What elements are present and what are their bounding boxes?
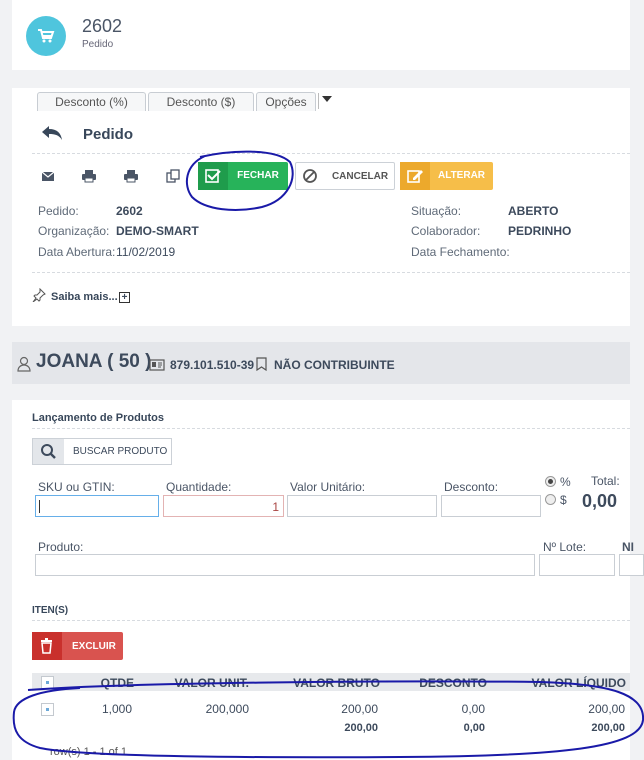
total-valor-bruto: 200,00: [344, 722, 378, 734]
copy-icon[interactable]: [165, 168, 181, 184]
col-valor-bruto[interactable]: VALOR BRUTO: [270, 676, 380, 690]
excluir-label: EXCLUIR: [72, 641, 116, 652]
quantidade-label: Quantidade:: [166, 480, 232, 494]
percent-radio[interactable]: [545, 476, 556, 487]
extra-input[interactable]: [619, 554, 644, 576]
abertura-value: 11/02/2019: [116, 245, 176, 259]
col-qtde[interactable]: QTDE: [72, 676, 134, 690]
total-desconto: 0,00: [463, 722, 485, 734]
order-subtitle: Pedido: [82, 39, 114, 50]
pin-icon: [32, 287, 46, 307]
abertura-label: Data Abertura:: [38, 245, 116, 259]
organizacao-label: Organização:: [38, 224, 110, 238]
cancelar-label: CANCELAR: [331, 171, 389, 182]
bookmark-icon: [256, 357, 267, 376]
col-valor-liquido[interactable]: VALOR LÍQUIDO: [500, 676, 626, 690]
col-valor-unit[interactable]: VALOR UNIT.: [149, 676, 249, 690]
produto-input[interactable]: [35, 554, 535, 576]
tab-separator: [318, 93, 319, 109]
lote-input[interactable]: [539, 554, 615, 576]
items-title: ITEN(S): [32, 605, 69, 616]
pedido-value: 2602: [116, 204, 143, 218]
excluir-button[interactable]: EXCLUIR: [32, 632, 123, 660]
customer-document: 879.101.510-39: [170, 358, 255, 372]
valor-unitario-label: Valor Unitário:: [290, 480, 366, 494]
expand-icon[interactable]: +: [119, 292, 130, 303]
order-number: 2602: [82, 16, 123, 36]
user-icon: [17, 356, 31, 377]
buscar-produto-button[interactable]: BUSCAR PRODUTO: [32, 438, 172, 465]
ban-icon: [296, 163, 326, 191]
pedido-label: Pedido:: [38, 204, 79, 218]
quantidade-value: 1: [272, 500, 279, 514]
sku-input[interactable]: [35, 495, 159, 517]
currency-label: $: [560, 493, 567, 507]
situacao-label: Situação:: [411, 204, 462, 218]
colaborador-value: PEDRINHO: [508, 224, 572, 238]
fechar-label: FECHAR: [237, 170, 279, 181]
alterar-button[interactable]: ALTERAR: [400, 162, 493, 190]
organizacao-value: DEMO-SMART: [116, 224, 199, 238]
tab-desconto-val[interactable]: Desconto ($): [148, 92, 254, 111]
alterar-label: ALTERAR: [437, 170, 486, 181]
row-valor-unit: 200,000: [205, 702, 249, 716]
cart-icon: [26, 16, 66, 56]
trash-icon: [32, 632, 62, 660]
print-icon[interactable]: [81, 168, 97, 184]
quantidade-input[interactable]: 1: [163, 495, 284, 517]
check-square-icon: [198, 162, 228, 190]
id-card-icon: [149, 358, 165, 376]
extra-label: NI: [622, 540, 634, 554]
percent-label: %: [560, 475, 571, 489]
lote-label: Nº Lote:: [543, 540, 587, 554]
tab-opcoes[interactable]: Opções: [256, 92, 316, 111]
customer-name: JOANA ( 50 ): [36, 351, 152, 372]
col-desconto[interactable]: DESCONTO: [395, 676, 487, 690]
email-icon[interactable]: [40, 168, 56, 184]
cancelar-button[interactable]: CANCELAR: [295, 162, 395, 190]
row-valor-bruto: 200,00: [341, 702, 378, 716]
total-label: Total:: [591, 474, 620, 488]
saiba-mais-link[interactable]: Saiba mais...: [51, 291, 118, 303]
select-all-checkbox[interactable]: [41, 676, 54, 689]
currency-radio[interactable]: [545, 494, 556, 505]
divider: [32, 272, 630, 273]
row-qtde: 1,000: [101, 702, 132, 716]
buscar-produto-label: BUSCAR PRODUTO: [73, 446, 168, 457]
produto-label: Produto:: [38, 540, 84, 554]
back-arrow-icon[interactable]: [40, 124, 64, 147]
row-checkbox[interactable]: [41, 703, 54, 716]
colaborador-label: Colaborador:: [411, 224, 481, 238]
fechamento-label: Data Fechamento:: [411, 245, 510, 259]
sku-label: SKU ou GTIN:: [38, 480, 115, 494]
total-valor-liquido: 200,00: [591, 722, 625, 734]
products-title: Lançamento de Produtos: [32, 412, 165, 424]
divider: [32, 620, 630, 621]
row-desconto: 0,00: [461, 702, 485, 716]
tab-desconto-pct[interactable]: Desconto (%): [37, 92, 146, 111]
desconto-label: Desconto:: [444, 480, 499, 494]
section-title: Pedido: [83, 126, 134, 143]
divider: [32, 428, 630, 429]
total-value: 0,00: [582, 491, 618, 511]
divider: [32, 153, 630, 154]
chevron-down-icon[interactable]: [322, 96, 332, 102]
customer-tax-status: NÃO CONTRIBUINTE: [274, 358, 395, 372]
pager-info: row(s) 1 - 1 of 1: [50, 746, 128, 758]
fechar-button[interactable]: FECHAR: [198, 162, 288, 190]
row-valor-liquido: 200,00: [588, 702, 625, 716]
valor-unitario-input[interactable]: [287, 495, 437, 517]
situacao-value: ABERTO: [508, 204, 559, 218]
print-alt-icon[interactable]: [123, 168, 139, 184]
edit-icon: [400, 162, 430, 190]
desconto-input[interactable]: [441, 495, 541, 517]
search-icon: [33, 439, 64, 464]
